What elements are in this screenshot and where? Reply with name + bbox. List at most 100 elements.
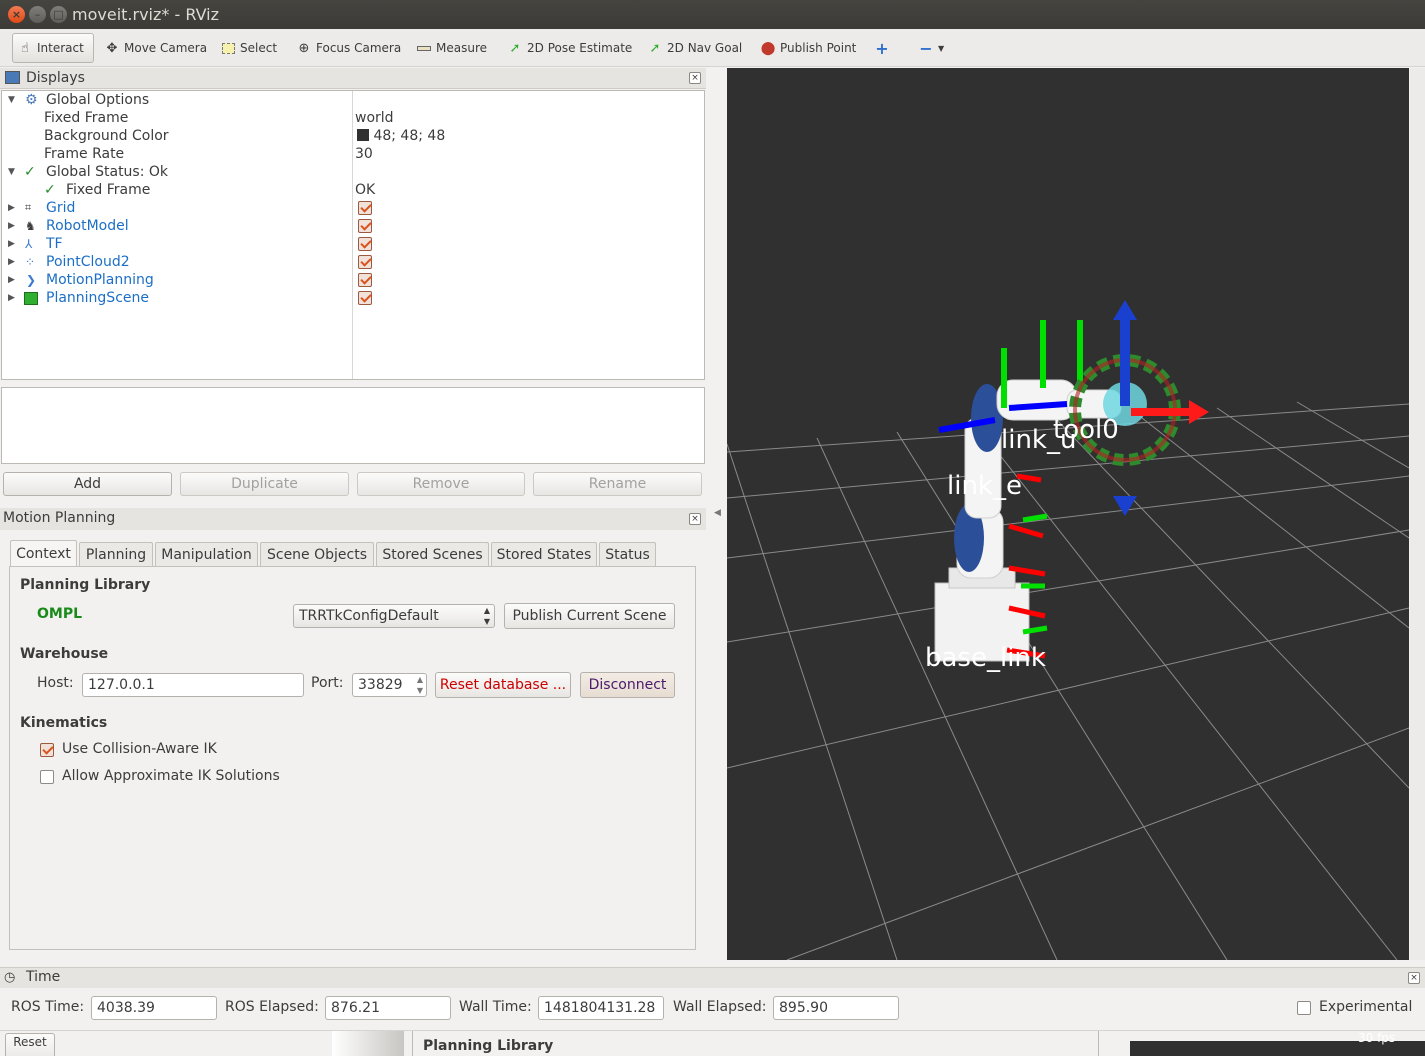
- approx-ik-checkbox[interactable]: [40, 770, 54, 784]
- ros-elapsed-field[interactable]: 876.21: [325, 996, 451, 1020]
- tree-row-planningscene[interactable]: ▶ PlanningScene: [8, 289, 388, 307]
- close-icon[interactable]: ×: [689, 72, 701, 84]
- global-options-label: Global Options: [46, 92, 150, 108]
- port-spinbox[interactable]: 33829 ▲ ▼: [352, 673, 427, 697]
- displays-panel-header: Displays ×: [0, 68, 706, 89]
- tree-row-pointcloud2[interactable]: ▶ ⁘ PointCloud2: [8, 253, 388, 271]
- tree-row-robotmodel[interactable]: ▶ ♞ RobotModel: [8, 217, 388, 235]
- expand-arrow-icon[interactable]: ▶: [8, 289, 15, 307]
- planningscene-enabled-checkbox[interactable]: [358, 291, 372, 305]
- move-camera-tool[interactable]: ✥ Move Camera: [100, 33, 211, 63]
- clock-icon: ◷: [4, 970, 16, 985]
- robotmodel-enabled-checkbox[interactable]: [358, 219, 372, 233]
- robot-icon: ♞: [25, 219, 36, 233]
- tree-row-grid[interactable]: ▶ ⌗ Grid: [8, 199, 388, 217]
- close-icon[interactable]: ×: [1408, 972, 1420, 984]
- tab-stored-scenes[interactable]: Stored Scenes: [376, 542, 489, 566]
- gradient-panel: [332, 1031, 404, 1056]
- reset-database-button[interactable]: Reset database ...: [435, 672, 571, 698]
- fixed-frame-label: Fixed Frame: [44, 110, 129, 126]
- description-box: [1, 387, 705, 464]
- ground-grid: [727, 401, 1409, 960]
- publish-point-tool[interactable]: ⬤ Publish Point: [756, 33, 860, 63]
- gear-icon: ⚙: [25, 92, 38, 108]
- minus-icon: −: [919, 38, 933, 58]
- rename-display-button[interactable]: Rename: [533, 472, 702, 496]
- move-arrows-icon: ✥: [106, 40, 118, 56]
- experimental-label: Experimental: [1319, 999, 1413, 1015]
- expand-arrow-icon[interactable]: ▼: [8, 163, 15, 181]
- maximize-window-button[interactable]: □: [50, 6, 67, 23]
- grid-label: Grid: [46, 200, 76, 216]
- remove-display-button[interactable]: Remove: [357, 472, 525, 496]
- tree-row-motionplanning[interactable]: ▶ ❯ MotionPlanning: [8, 271, 388, 289]
- tf-enabled-checkbox[interactable]: [358, 237, 372, 251]
- expand-arrow-icon[interactable]: ▶: [8, 253, 15, 271]
- grid-enabled-checkbox[interactable]: [358, 201, 372, 215]
- motion-planning-icon: ❯: [26, 273, 37, 287]
- spinner-arrows-icon[interactable]: ▲ ▼: [417, 674, 423, 696]
- frame-rate-value[interactable]: 30: [355, 145, 373, 163]
- remove-tool-button[interactable]: − ▼: [914, 33, 948, 63]
- close-icon[interactable]: ×: [689, 513, 701, 525]
- planning-scene-icon: [24, 292, 38, 305]
- motionplanning-enabled-checkbox[interactable]: [358, 273, 372, 287]
- time-title: Time: [26, 969, 61, 985]
- axes-icon: ⅄: [25, 237, 33, 251]
- select-box-icon: [220, 40, 236, 56]
- expand-arrow-icon[interactable]: ▶: [8, 235, 15, 253]
- add-tool-button[interactable]: +: [870, 33, 894, 63]
- robotmodel-label: RobotModel: [46, 218, 129, 234]
- tab-planning[interactable]: Planning: [79, 542, 153, 566]
- fixed-frame-value[interactable]: world: [355, 109, 394, 127]
- expand-arrow-icon[interactable]: ▶: [8, 217, 15, 235]
- host-input[interactable]: 127.0.0.1: [82, 673, 304, 697]
- expand-arrow-icon[interactable]: ▶: [8, 199, 15, 217]
- monitor-icon: [5, 71, 20, 84]
- window-title: moveit.rviz* - RViz: [72, 5, 220, 24]
- experimental-checkbox[interactable]: [1297, 1001, 1311, 1015]
- expand-arrow-icon[interactable]: ▼: [8, 91, 15, 109]
- 3d-viewport[interactable]: link_u link_e base_link tool0: [727, 68, 1409, 960]
- pointcloud2-enabled-checkbox[interactable]: [358, 255, 372, 269]
- tab-status[interactable]: Status: [599, 542, 656, 566]
- disconnect-button[interactable]: Disconnect: [580, 672, 675, 698]
- divider: [1098, 1031, 1099, 1056]
- publish-current-scene-button[interactable]: Publish Current Scene: [504, 603, 675, 629]
- ros-time-field[interactable]: 4038.39: [91, 996, 217, 1020]
- collapse-left-icon[interactable]: ◀: [714, 508, 721, 518]
- wall-elapsed-label: Wall Elapsed:: [673, 999, 767, 1015]
- tab-context[interactable]: Context: [10, 540, 77, 567]
- spinner-arrows-icon: ▲ ▼: [483, 606, 490, 626]
- tool0-label: tool0: [1053, 415, 1119, 445]
- viewport-scrollbar[interactable]: [1410, 68, 1425, 960]
- tab-stored-states[interactable]: Stored States: [491, 542, 597, 566]
- planner-select[interactable]: TRRTkConfigDefault ▲ ▼: [293, 604, 495, 628]
- interact-tool[interactable]: ☝ Interact: [12, 33, 94, 63]
- render-canvas[interactable]: link_u link_e base_link tool0: [727, 68, 1409, 960]
- tab-manipulation[interactable]: Manipulation: [155, 542, 258, 566]
- port-value: 33829: [358, 677, 403, 693]
- background-color-text: 48; 48; 48: [373, 128, 446, 144]
- collision-aware-ik-checkbox[interactable]: [40, 743, 54, 757]
- pose-estimate-tool[interactable]: ➚ 2D Pose Estimate: [503, 33, 636, 63]
- focus-camera-tool[interactable]: ⊕ Focus Camera: [292, 33, 405, 63]
- add-display-button[interactable]: Add: [3, 472, 172, 496]
- time-panel-header: ◷ Time ×: [0, 967, 1425, 988]
- nav-goal-tool[interactable]: ➚ 2D Nav Goal: [643, 33, 746, 63]
- bottom-strip: Reset Planning Library 30 fps: [0, 1030, 1425, 1056]
- background-color-value[interactable]: 48; 48; 48: [357, 127, 445, 145]
- wall-time-field[interactable]: 1481804131.28: [538, 996, 664, 1020]
- select-tool[interactable]: Select: [216, 33, 281, 63]
- duplicate-display-button[interactable]: Duplicate: [180, 472, 349, 496]
- minimize-window-button[interactable]: –: [29, 6, 46, 23]
- measure-tool[interactable]: Measure: [412, 33, 491, 63]
- grid-icon: ⌗: [25, 201, 32, 214]
- expand-arrow-icon[interactable]: ▶: [8, 271, 15, 289]
- tab-scene-objects[interactable]: Scene Objects: [260, 542, 374, 566]
- reset-button[interactable]: Reset: [5, 1033, 55, 1056]
- select-label: Select: [240, 41, 278, 55]
- tree-row-tf[interactable]: ▶ ⅄ TF: [8, 235, 388, 253]
- wall-elapsed-field[interactable]: 895.90: [773, 996, 899, 1020]
- close-window-button[interactable]: ×: [8, 6, 25, 23]
